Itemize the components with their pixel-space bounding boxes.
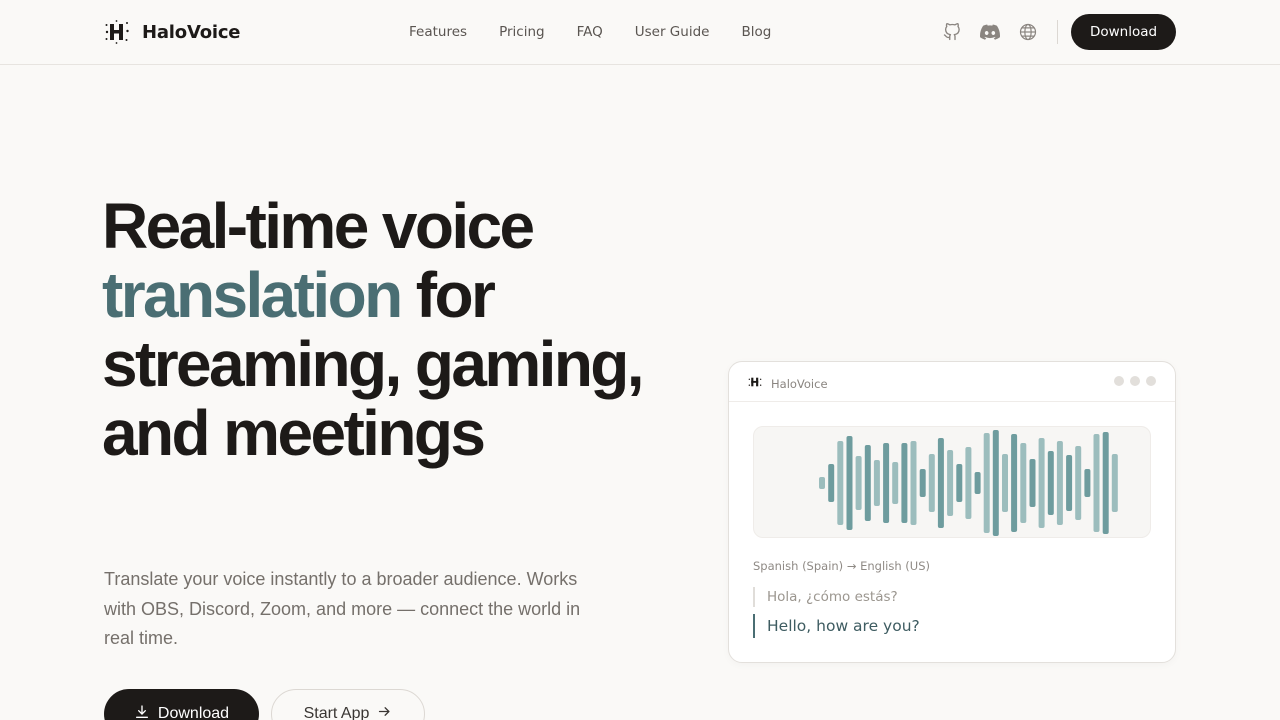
waveform-bar <box>974 472 981 494</box>
waveform-bar <box>919 469 926 497</box>
waveform-bar <box>965 447 972 519</box>
halovoice-logo-icon <box>104 19 130 45</box>
waveform-bar <box>1002 454 1008 512</box>
waveform-bar <box>956 464 963 502</box>
waveform-bar <box>1038 438 1045 528</box>
window-dot[interactable] <box>1114 376 1124 386</box>
download-icon <box>134 704 150 720</box>
waveform-bar <box>1111 454 1118 512</box>
hero-title-accent: translation <box>102 259 403 331</box>
globe-icon[interactable] <box>1018 20 1038 44</box>
language-arrow: → <box>846 559 857 573</box>
window-dot[interactable] <box>1146 376 1156 386</box>
waveform-bar <box>1029 459 1036 507</box>
waveform-bar <box>1084 469 1091 497</box>
translated-text: Hello, how are you? <box>753 614 920 638</box>
waveform-bar <box>828 464 835 502</box>
hero-title-line1: Real-time voice <box>102 190 535 262</box>
discord-icon[interactable] <box>980 20 1000 44</box>
source-text: Hola, ¿cómo estás? <box>753 587 898 607</box>
nav-blog[interactable]: Blog <box>741 22 771 42</box>
source-language: Spanish (Spain) <box>753 559 844 573</box>
waveform-bar <box>873 460 880 506</box>
brand-link[interactable]: HaloVoice <box>104 17 241 47</box>
start-app-label: Start App <box>303 705 370 720</box>
site-header: HaloVoice Features Pricing FAQ User Guid… <box>0 0 1280 65</box>
card-brand-name: HaloVoice <box>771 376 828 391</box>
waveform-bar <box>1066 455 1073 511</box>
nav-pricing[interactable]: Pricing <box>499 22 545 42</box>
waveform-bar <box>983 433 990 533</box>
halovoice-logo-small-icon <box>748 374 762 393</box>
waveform-bar <box>947 450 954 516</box>
waveform-bar <box>992 430 999 536</box>
waveform-bar <box>1075 446 1082 520</box>
waveform-bar <box>855 456 862 510</box>
waveform-bar <box>892 462 899 504</box>
waveform-bar <box>1093 434 1100 532</box>
waveform-bar <box>819 477 825 489</box>
audio-waveform <box>819 430 1118 536</box>
language-pair: Spanish (Spain) → English (US) <box>753 559 930 573</box>
nav-faq[interactable]: FAQ <box>577 22 603 42</box>
waveform-panel <box>753 426 1151 538</box>
card-brand: HaloVoice <box>748 374 828 393</box>
waveform-bar <box>928 454 935 512</box>
hero-subtitle: Translate your voice instantly to a broa… <box>104 569 581 648</box>
waveform-bar <box>910 441 917 525</box>
hero-title: Real-time voice translation for streamin… <box>102 192 662 468</box>
nav-user-guide[interactable]: User Guide <box>635 22 710 42</box>
app-preview-card: HaloVoice Spanish (Spain) → English (US)… <box>728 361 1176 663</box>
window-dot[interactable] <box>1130 376 1140 386</box>
waveform-bar <box>1047 451 1054 515</box>
arrow-right-icon <box>377 704 392 720</box>
waveform-bar <box>1011 434 1018 532</box>
card-title-bar: HaloVoice <box>729 362 1175 402</box>
window-controls <box>1114 376 1156 386</box>
waveform-bar <box>883 443 890 523</box>
waveform-bar <box>846 436 853 530</box>
header-download-button[interactable]: Download <box>1071 14 1176 50</box>
hero-download-button[interactable]: Download <box>104 689 259 720</box>
hero-download-label: Download <box>157 705 230 720</box>
start-app-button[interactable]: Start App <box>271 689 425 720</box>
waveform-bar <box>1102 432 1109 534</box>
github-icon[interactable] <box>942 20 962 44</box>
waveform-bar <box>1020 443 1027 523</box>
waveform-bar <box>837 441 844 525</box>
target-language: English (US) <box>860 559 930 573</box>
waveform-bar <box>1056 441 1063 525</box>
waveform-bar <box>901 443 908 523</box>
main-nav: Features Pricing FAQ User Guide Blog <box>409 22 771 42</box>
header-icons <box>942 20 1038 44</box>
waveform-bar <box>864 445 871 521</box>
header-divider <box>1057 20 1058 44</box>
brand-name: HaloVoice <box>142 21 241 43</box>
waveform-bar <box>937 438 944 528</box>
nav-features[interactable]: Features <box>409 22 467 42</box>
